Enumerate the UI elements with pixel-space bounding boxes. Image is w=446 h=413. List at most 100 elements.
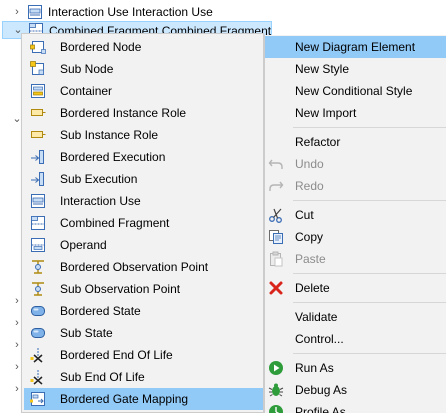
menu-item-label: Undo xyxy=(295,157,324,171)
menu-item-label: Bordered Gate Mapping xyxy=(60,392,189,406)
observation-point-icon xyxy=(32,260,44,274)
menu-item-validate[interactable]: Validate xyxy=(265,306,446,328)
menu-item-paste[interactable]: Paste xyxy=(265,248,446,270)
menu-item-label: Refactor xyxy=(295,135,341,149)
menu-item-label: Bordered Node xyxy=(60,40,142,54)
interaction-use-icon xyxy=(31,194,45,208)
menu-item-label: New Diagram Element xyxy=(295,40,416,54)
menu-item-label: Bordered State xyxy=(60,304,141,318)
menu-item-copy[interactable]: Copy xyxy=(265,226,446,248)
debug-icon xyxy=(268,383,284,397)
menu-item-container[interactable]: Container xyxy=(24,80,263,102)
menu-item-sub-node[interactable]: Sub Node xyxy=(24,58,263,80)
menu-item-label: Delete xyxy=(295,281,330,295)
menu-item-bordered-observation-point[interactable]: Bordered Observation Point xyxy=(24,256,263,278)
menu-item-bordered-end-of-life[interactable]: Bordered End Of Life xyxy=(24,344,263,366)
container-icon xyxy=(31,84,45,98)
menu-item-label: Validate xyxy=(295,310,338,324)
profile-icon xyxy=(269,405,283,413)
run-icon xyxy=(269,361,283,375)
menu-item-label: Bordered Observation Point xyxy=(60,260,209,274)
menu-item-label: Debug As xyxy=(295,383,348,397)
menu-item-operand[interactable]: Operand xyxy=(24,234,263,256)
menu-item-label: Sub Observation Point xyxy=(60,282,181,296)
execution-icon xyxy=(31,172,44,186)
menu-item-label: Run As xyxy=(295,361,334,375)
menu-item-label: New Import xyxy=(295,106,357,120)
menu-item-profile-as[interactable]: Profile As xyxy=(265,401,446,413)
menu-item-new-import[interactable]: New Import xyxy=(265,102,446,124)
new-diagram-element-submenu: Bordered Node Sub Node Container Bordere… xyxy=(21,33,264,413)
instance-role-icon xyxy=(31,109,46,116)
menu-item-label: New Conditional Style xyxy=(295,84,413,98)
delete-icon xyxy=(269,281,283,295)
menu-item-combined-fragment[interactable]: Combined Fragment xyxy=(24,212,263,234)
menu-item-delete[interactable]: Delete xyxy=(265,277,446,299)
tree-row-interaction-use[interactable]: › Interaction Use Interaction Use xyxy=(0,2,446,22)
menu-item-label: Redo xyxy=(295,179,324,193)
menu-item-label: Cut xyxy=(295,208,314,222)
menu-item-interaction-use[interactable]: Interaction Use xyxy=(24,190,263,212)
end-of-life-icon xyxy=(30,348,43,363)
menu-item-label: Bordered Instance Role xyxy=(60,106,187,120)
sub-node-icon xyxy=(30,61,44,75)
interaction-use-icon xyxy=(28,5,42,19)
undo-icon xyxy=(268,159,283,169)
menu-separator xyxy=(293,302,446,303)
menu-item-label: Control... xyxy=(295,332,344,346)
menu-item-refactor[interactable]: Refactor xyxy=(265,131,446,153)
menu-item-cut[interactable]: Cut xyxy=(265,204,446,226)
menu-item-label: Container xyxy=(60,84,113,98)
menu-item-label: Bordered End Of Life xyxy=(60,348,173,362)
menu-item-bordered-instance-role[interactable]: Bordered Instance Role xyxy=(24,102,263,124)
menu-item-label: Copy xyxy=(295,230,324,244)
menu-item-label: Sub Execution xyxy=(60,172,138,186)
state-icon xyxy=(31,306,45,316)
end-of-life-icon xyxy=(30,370,43,385)
menu-item-sub-state[interactable]: Sub State xyxy=(24,322,263,344)
menu-item-label: Sub End Of Life xyxy=(60,370,145,384)
menu-item-undo[interactable]: Undo xyxy=(265,153,446,175)
observation-point-icon xyxy=(32,282,44,296)
menu-item-new-style[interactable]: New Style xyxy=(265,58,446,80)
operand-icon xyxy=(31,238,45,252)
state-icon xyxy=(31,328,45,338)
chevron-right-icon[interactable]: › xyxy=(11,6,23,18)
bordered-node-icon xyxy=(30,41,46,54)
menu-separator xyxy=(293,127,446,128)
menu-item-control[interactable]: Control... xyxy=(265,328,446,350)
menu-item-sub-execution[interactable]: Sub Execution xyxy=(24,168,263,190)
menu-item-bordered-state[interactable]: Bordered State xyxy=(24,300,263,322)
menu-item-label: Sub Instance Role xyxy=(60,128,159,142)
menu-separator xyxy=(293,200,446,201)
instance-role-icon xyxy=(31,131,46,138)
menu-item-run-as[interactable]: Run As xyxy=(265,357,446,379)
gate-mapping-icon xyxy=(30,392,45,406)
tree-label: Interaction Use Interaction Use xyxy=(48,5,213,19)
menu-item-redo[interactable]: Redo xyxy=(265,175,446,197)
menu-item-bordered-gate-mapping[interactable]: Bordered Gate Mapping xyxy=(24,388,263,410)
menu-item-sub-observation-point[interactable]: Sub Observation Point xyxy=(24,278,263,300)
menu-separator xyxy=(293,353,446,354)
menu-item-label: Paste xyxy=(295,252,326,266)
menu-item-bordered-execution[interactable]: Bordered Execution xyxy=(24,146,263,168)
copy-icon xyxy=(269,230,283,244)
paste-icon xyxy=(270,251,283,267)
menu-item-label: Operand xyxy=(60,238,107,252)
menu-item-new-conditional-style[interactable]: New Conditional Style xyxy=(265,80,446,102)
menu-item-debug-as[interactable]: Debug As xyxy=(265,379,446,401)
menu-separator xyxy=(293,273,446,274)
menu-item-sub-instance-role[interactable]: Sub Instance Role xyxy=(24,124,263,146)
combined-fragment-icon xyxy=(31,216,45,230)
execution-icon xyxy=(31,150,44,164)
menu-item-label: Profile As xyxy=(295,405,346,413)
redo-icon xyxy=(269,181,284,191)
context-menu: New Diagram Element New Style New Condit… xyxy=(264,35,446,413)
menu-item-bordered-node[interactable]: Bordered Node xyxy=(24,36,263,58)
scissors-icon xyxy=(269,208,282,223)
menu-item-sub-end-of-life[interactable]: Sub End Of Life xyxy=(24,366,263,388)
menu-item-label: Combined Fragment xyxy=(60,216,170,230)
menu-item-label: Bordered Execution xyxy=(60,150,166,164)
menu-item-new-diagram-element[interactable]: New Diagram Element xyxy=(265,36,446,58)
menu-item-label: Sub State xyxy=(60,326,113,340)
